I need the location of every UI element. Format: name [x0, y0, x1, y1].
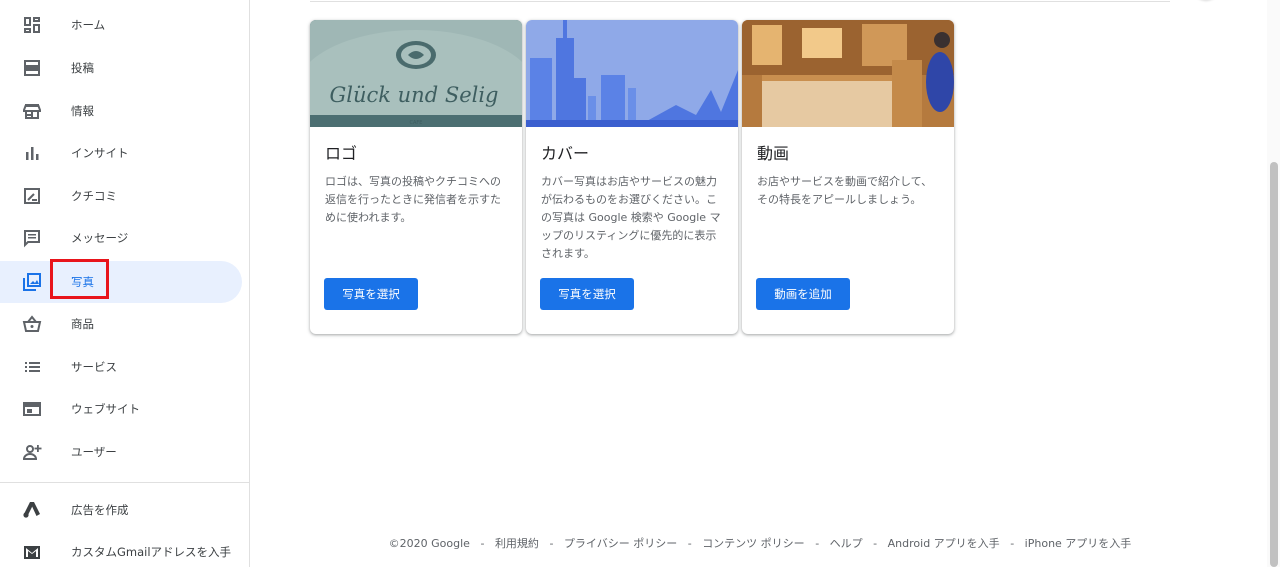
dashboard-icon [22, 15, 42, 35]
sidebar-item-website[interactable]: ウェブサイト [0, 388, 242, 430]
footer-link-help[interactable]: ヘルプ [830, 537, 863, 550]
store-icon [22, 101, 42, 121]
sidebar-divider [0, 482, 249, 483]
footer-link-privacy[interactable]: プライバシー ポリシー [564, 537, 677, 550]
footer-separator: - [815, 537, 820, 550]
logo-image-subtext: CAFE [410, 120, 423, 126]
footer-separator: - [549, 537, 554, 550]
gmail-icon [22, 542, 42, 562]
footer: ©2020 Google - 利用規約 - プライバシー ポリシー - コンテン… [310, 535, 1210, 551]
select-logo-photo-button[interactable]: 写真を選択 [324, 278, 418, 310]
web-icon [22, 399, 42, 419]
sidebar-item-label: インサイト [71, 146, 129, 160]
cover-card: カバー カバー写真はお店やサービスの魅力が伝わるものをお選びください。この写真は… [526, 20, 738, 334]
footer-separator: - [1010, 537, 1015, 550]
sidebar-item-label: クチコミ [71, 189, 117, 203]
footer-link-iphone-app[interactable]: iPhone アプリを入手 [1025, 537, 1132, 550]
video-image[interactable] [742, 20, 954, 127]
sidebar-item-reviews[interactable]: クチコミ [0, 175, 242, 217]
sidebar-item-label: 広告を作成 [71, 503, 129, 517]
sidebar-item-products[interactable]: 商品 [0, 303, 242, 345]
video-card: 動画 お店やサービスを動画で紹介して、その特長をアピールしましょう。 動画を追加 [742, 20, 954, 334]
footer-separator: - [873, 537, 878, 550]
sidebar-item-create-ad[interactable]: 広告を作成 [0, 489, 242, 531]
footer-link-android-app[interactable]: Android アプリを入手 [888, 537, 1000, 550]
sidebar-item-info[interactable]: 情報 [0, 90, 242, 132]
logo-card-title: ロゴ [325, 144, 358, 163]
sidebar: ホーム 投稿 情報 インサイト クチコミ メッセージ 写真 商品 サービス ウェ… [0, 0, 250, 567]
cover-card-title: カバー [541, 144, 590, 163]
footer-copyright: ©2020 Google [388, 537, 470, 550]
scrollbar-track[interactable] [1267, 0, 1280, 567]
video-card-description: お店やサービスを動画で紹介して、その特長をアピールしましょう。 [757, 175, 933, 206]
scrollbar-thumb[interactable] [1270, 162, 1278, 567]
sidebar-item-label: 商品 [71, 317, 94, 331]
sidebar-item-photos[interactable]: 写真 [0, 261, 242, 303]
sidebar-item-label: カスタムGmailアドレスを入手 [71, 545, 232, 559]
section-divider [310, 1, 1170, 2]
highlight-box [50, 259, 109, 299]
sidebar-item-label: ユーザー [71, 445, 117, 459]
sidebar-item-posts[interactable]: 投稿 [0, 47, 242, 89]
sidebar-item-label: メッセージ [71, 231, 129, 245]
logo-card: Glück und Selig CAFE ロゴ ロゴは、写真の投稿やクチコミへの… [310, 20, 522, 334]
insights-icon [22, 143, 42, 163]
select-cover-photo-button[interactable]: 写真を選択 [540, 278, 634, 310]
list-icon [22, 357, 42, 377]
sidebar-item-label: ウェブサイト [71, 402, 140, 416]
sidebar-item-services[interactable]: サービス [0, 346, 242, 388]
sidebar-item-users[interactable]: ユーザー [0, 431, 242, 473]
logo-image[interactable]: Glück und Selig CAFE [310, 20, 522, 127]
cover-card-description: カバー写真はお店やサービスの魅力が伝わるものをお選びください。この写真は Goo… [541, 175, 721, 260]
footer-link-terms[interactable]: 利用規約 [495, 537, 539, 550]
photo-icon [22, 272, 42, 292]
sidebar-item-label: ホーム [71, 18, 106, 32]
logo-card-description: ロゴは、写真の投稿やクチコミへの返信を行ったときに発信者を示すために使われます。 [325, 175, 501, 224]
footer-link-content-policy[interactable]: コンテンツ ポリシー [702, 537, 805, 550]
footer-separator: - [480, 537, 485, 550]
add-video-button[interactable]: 動画を追加 [756, 278, 850, 310]
sidebar-item-home[interactable]: ホーム [0, 4, 242, 46]
google-ads-icon [22, 500, 42, 520]
footer-separator: - [687, 537, 692, 550]
basket-icon [22, 314, 42, 334]
logo-image-text: Glück und Selig [329, 83, 498, 107]
add-user-icon [22, 442, 42, 462]
video-card-title: 動画 [757, 144, 790, 163]
sidebar-item-label: 情報 [71, 104, 94, 118]
cover-image[interactable] [526, 20, 738, 127]
reviews-icon [22, 186, 42, 206]
sidebar-item-insights[interactable]: インサイト [0, 132, 242, 174]
sidebar-item-label: 投稿 [71, 61, 94, 75]
posts-icon [22, 58, 42, 78]
message-icon [22, 228, 42, 248]
sidebar-item-messages[interactable]: メッセージ [0, 217, 242, 259]
sidebar-item-label: サービス [71, 360, 117, 374]
